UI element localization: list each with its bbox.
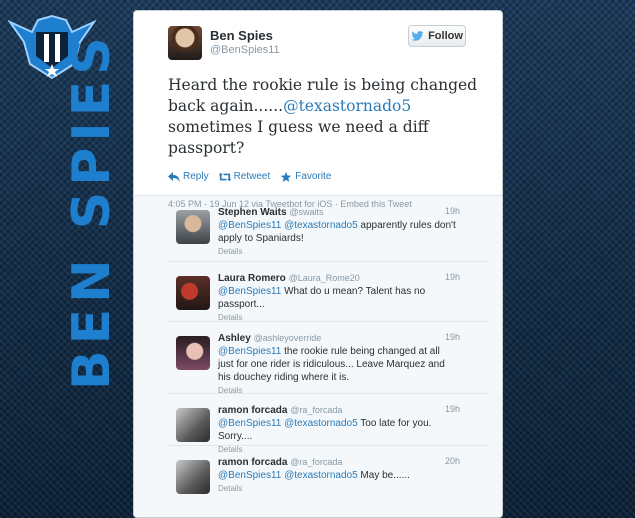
tweet-mention-link[interactable]: @texastornado5: [283, 97, 411, 115]
reply-time[interactable]: 19h: [445, 272, 460, 282]
reply-action[interactable]: Reply: [168, 171, 209, 182]
tweet-actions: Reply Retweet Favorite: [168, 171, 488, 182]
reply-author-handle[interactable]: @ra_forcada: [290, 457, 342, 467]
reply-author-name[interactable]: ramon forcada: [218, 457, 287, 468]
reply-time[interactable]: 19h: [445, 332, 460, 342]
reply-author-handle[interactable]: @ashleyoverride: [254, 333, 322, 343]
avatar[interactable]: [176, 336, 210, 370]
reply-author-handle[interactable]: @ra_forcada: [290, 405, 342, 415]
reply-time[interactable]: 20h: [445, 456, 460, 466]
reply-text: @BenSpies11 the rookie rule being change…: [218, 346, 445, 383]
follow-button[interactable]: Follow: [408, 25, 466, 47]
list-item: ramon forcada @ra_forcada 20h @BenSpies1…: [168, 446, 488, 498]
reply-mentions[interactable]: @BenSpies11 @texastornado5: [218, 418, 358, 429]
reply-author-name[interactable]: Ashley: [218, 333, 251, 344]
replies-list: Stephen Waits @swaits 19h @BenSpies11 @t…: [134, 195, 502, 517]
avatar[interactable]: [176, 408, 210, 442]
avatar[interactable]: [176, 210, 210, 244]
main-tweet: Ben Spies @BenSpies11 Follow Heard the r…: [134, 11, 502, 209]
reply-text: @BenSpies11 @texastornado5 May be......: [218, 470, 410, 481]
avatar[interactable]: [176, 460, 210, 494]
list-item: Stephen Waits @swaits 19h @BenSpies11 @t…: [168, 196, 488, 262]
list-item: ramon forcada @ra_forcada 19h @BenSpies1…: [168, 394, 488, 454]
tweet-text: Heard the rookie rule is being changed b…: [168, 76, 478, 157]
brand-wordmark: BEN SPIES: [62, 31, 122, 390]
details-link[interactable]: Details: [218, 484, 488, 499]
reply-author-name[interactable]: Laura Romero: [218, 273, 286, 284]
reply-time[interactable]: 19h: [445, 404, 460, 414]
reply-author-name[interactable]: ramon forcada: [218, 405, 287, 416]
author-name[interactable]: Ben Spies: [210, 29, 280, 43]
reply-mentions[interactable]: @BenSpies11 @texastornado5: [218, 470, 358, 481]
author-avatar[interactable]: [168, 26, 202, 60]
reply-mentions[interactable]: @BenSpies11 @texastornado5: [218, 220, 358, 231]
star-icon: [281, 171, 292, 182]
details-link[interactable]: Details: [218, 247, 488, 262]
reply-text: @BenSpies11 @texastornado5 Too late for …: [218, 418, 432, 442]
list-item: Laura Romero @Laura_Rome20 19h @BenSpies…: [168, 262, 488, 322]
retweet-action[interactable]: Retweet: [218, 171, 270, 182]
reply-author-name[interactable]: Stephen Waits: [218, 207, 287, 218]
reply-time[interactable]: 19h: [445, 206, 460, 216]
reply-text: @BenSpies11 @texastornado5 apparently ru…: [218, 220, 456, 244]
reply-icon: [168, 171, 180, 182]
twitter-bird-icon: [411, 31, 424, 41]
reply-mentions[interactable]: @BenSpies11: [218, 286, 281, 297]
reply-mentions[interactable]: @BenSpies11: [218, 346, 281, 357]
retweet-icon: [218, 172, 231, 181]
list-item: Ashley @ashleyoverride 19h @BenSpies11 t…: [168, 322, 488, 395]
favorite-action[interactable]: Favorite: [280, 171, 331, 182]
author-handle[interactable]: @BenSpies11: [210, 43, 280, 57]
follow-label: Follow: [428, 30, 463, 42]
reply-author-handle[interactable]: @Laura_Rome20: [289, 273, 360, 283]
reply-text: @BenSpies11 What do u mean? Talent has n…: [218, 286, 426, 310]
reply-author-handle[interactable]: @swaits: [289, 207, 323, 217]
avatar[interactable]: [176, 276, 210, 310]
embedded-tweet: Ben Spies @BenSpies11 Follow Heard the r…: [133, 10, 503, 518]
